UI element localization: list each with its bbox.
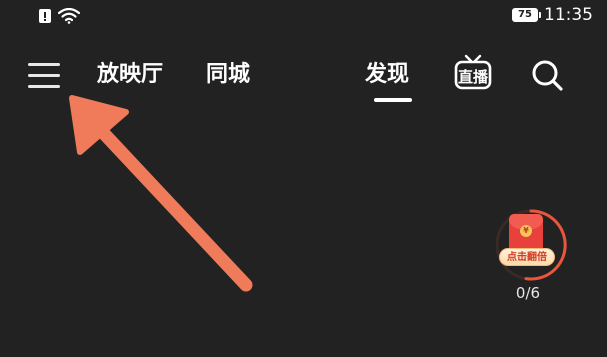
active-tab-indicator [374,98,412,102]
status-bar-right: 75 11:35 [512,4,593,26]
alert-icon [39,9,51,23]
search-icon [532,60,563,91]
search-button[interactable] [528,56,566,94]
app-screen: 75 11:35 放映厅 同城 发现 直播 ¥ 点击翻倍 0/6 [0,0,607,357]
menu-button[interactable] [28,58,64,92]
live-button[interactable]: 直播 [452,52,494,94]
tab-cinema[interactable]: 放映厅 [97,58,163,92]
wifi-icon [58,8,80,24]
menu-icon-line [28,62,60,66]
battery-icon: 75 [512,8,541,22]
double-reward-label: 点击翻倍 [499,248,555,266]
battery-level: 75 [518,9,532,20]
coin-icon: ¥ [520,225,532,237]
tv-live-icon: 直播 [454,54,492,90]
red-packet-progress: 0/6 [515,284,541,302]
status-time: 11:35 [544,5,593,25]
red-packet-widget[interactable]: ¥ 点击翻倍 0/6 [496,206,574,306]
status-bar-left [38,6,80,26]
tab-local[interactable]: 同城 [206,58,250,92]
tab-discover[interactable]: 发现 [365,58,409,92]
menu-icon-line [28,73,60,77]
menu-icon-line [28,84,60,88]
live-label: 直播 [458,68,489,86]
